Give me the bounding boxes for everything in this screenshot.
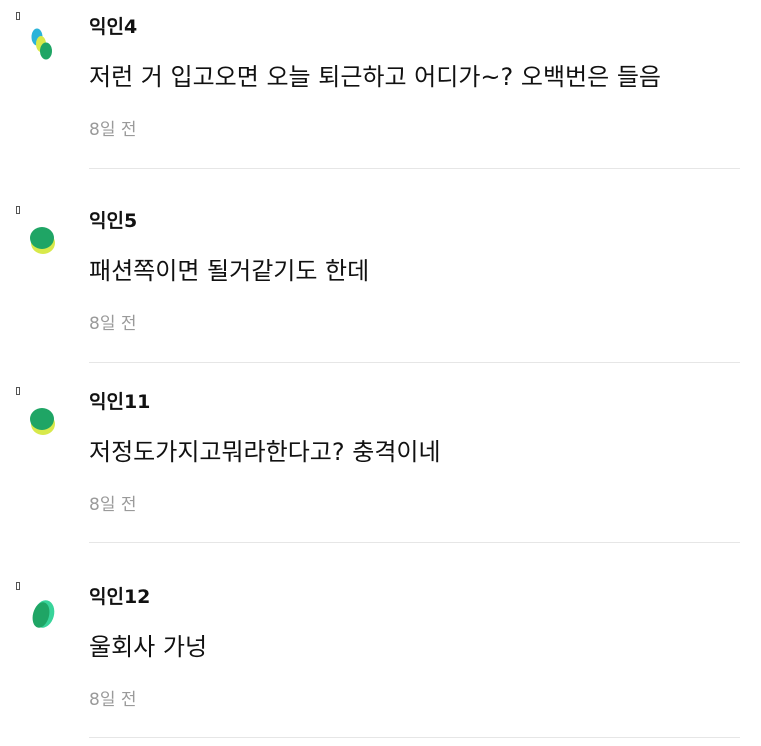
comment-marker <box>16 12 20 20</box>
comment-author[interactable]: 익인5 <box>89 208 137 234</box>
comment-author[interactable]: 익인4 <box>89 14 137 40</box>
comment-time: 8일 전 <box>89 495 137 515</box>
teal-yellow-green-blob-icon[interactable] <box>26 24 60 64</box>
comment-time: 8일 전 <box>89 120 137 140</box>
comment-author[interactable]: 익인12 <box>89 584 150 610</box>
comment-text: 울회사 가넝 <box>89 633 208 661</box>
comment-item: 익인11 저정도가지고뭐라한다고? 충격이네 8일 전 <box>0 375 761 545</box>
divider <box>89 362 740 363</box>
divider <box>89 168 740 169</box>
comment-marker <box>16 387 20 395</box>
comment-text: 패션쪽이면 될거같기도 한데 <box>89 257 370 285</box>
comment-time: 8일 전 <box>89 314 137 334</box>
divider <box>89 542 740 543</box>
comment-text: 저정도가지고뭐라한다고? 충격이네 <box>89 438 441 466</box>
comment-item: 익인4 저런 거 입고오면 오늘 퇴근하고 어디가~? 오백번은 들음 8일 전 <box>0 0 761 170</box>
divider <box>89 737 740 738</box>
comment-time: 8일 전 <box>89 690 137 710</box>
green-yellow-blob-icon[interactable] <box>26 399 60 439</box>
green-yellow-blob-icon[interactable] <box>26 218 60 258</box>
comment-marker <box>16 582 20 590</box>
comment-item: 익인12 울회사 가넝 8일 전 <box>0 570 761 740</box>
mint-green-blob-icon[interactable] <box>26 594 60 634</box>
comment-item: 익인5 패션쪽이면 될거같기도 한데 8일 전 <box>0 194 761 364</box>
comment-marker <box>16 206 20 214</box>
comment-author[interactable]: 익인11 <box>89 389 150 415</box>
comment-text: 저런 거 입고오면 오늘 퇴근하고 어디가~? 오백번은 들음 <box>89 63 662 91</box>
